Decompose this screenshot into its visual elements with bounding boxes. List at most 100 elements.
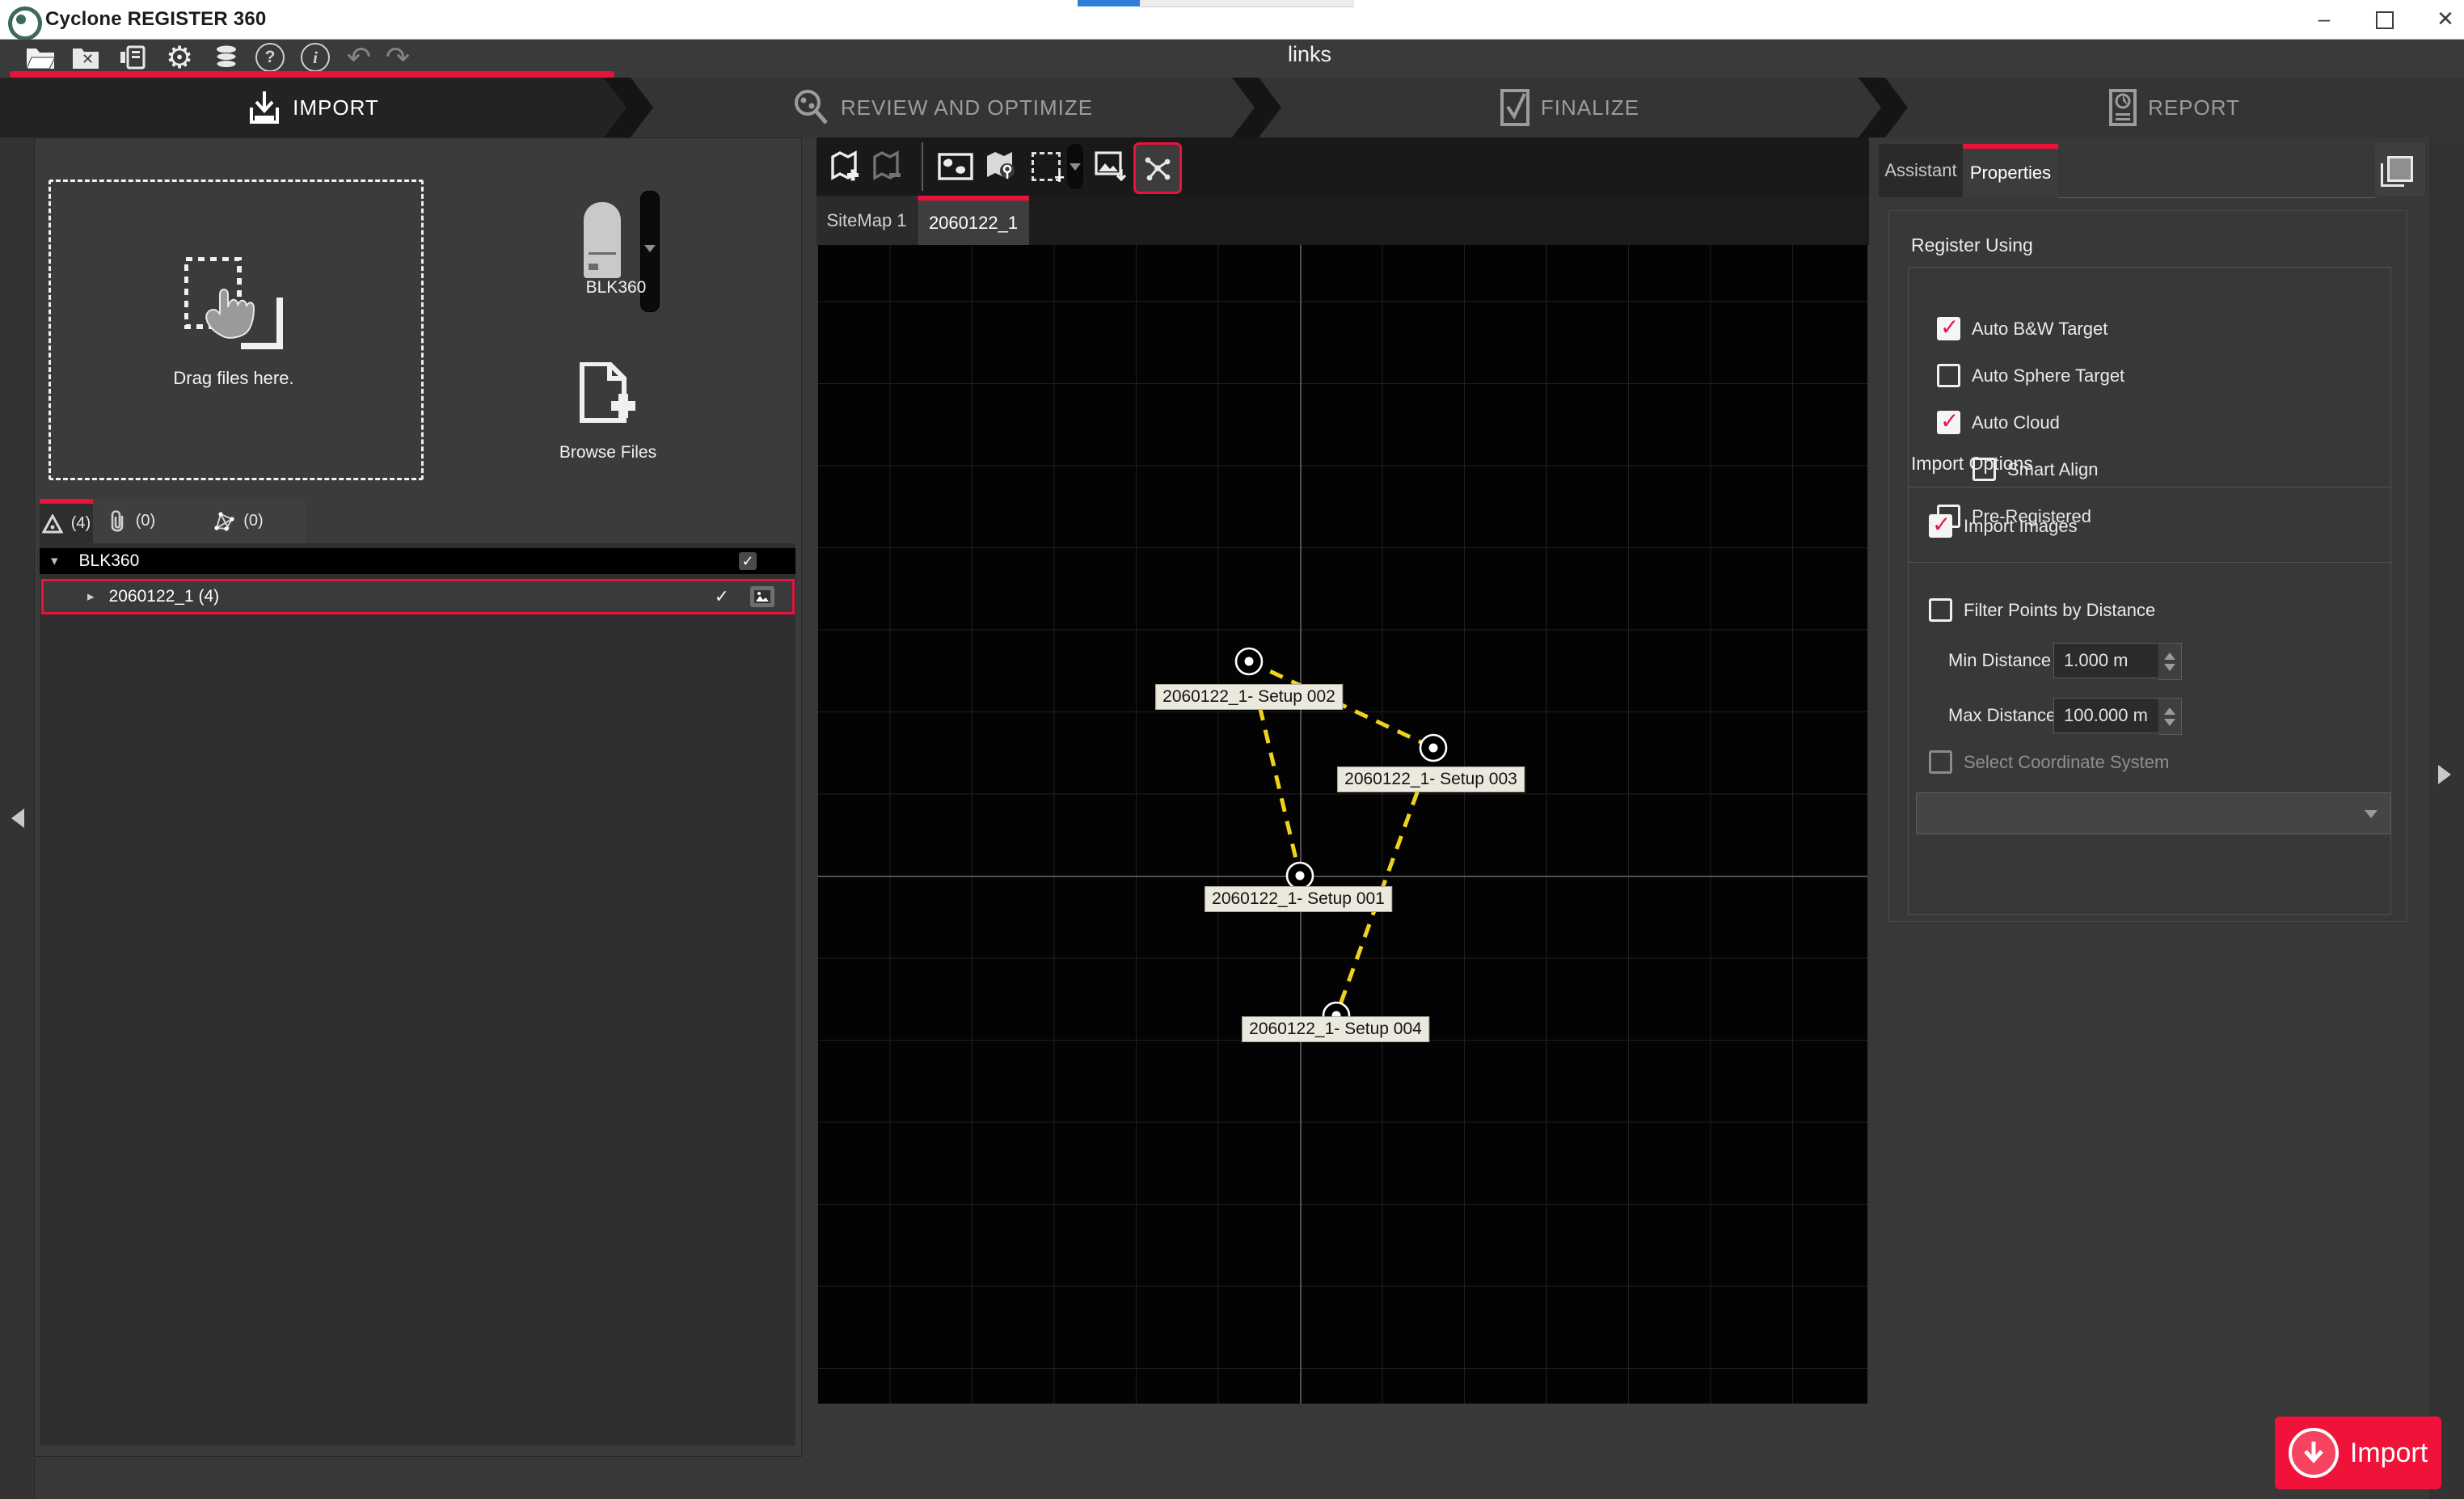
workflow-step-report[interactable]: REPORT xyxy=(1885,78,2464,137)
redo-button[interactable]: ↷ xyxy=(382,42,414,73)
tree-row-root[interactable]: ▾ BLK360 ✓ xyxy=(40,548,795,574)
select-mode-dropdown[interactable] xyxy=(1067,144,1083,189)
workflow-step-review[interactable]: REVIEW AND OPTIMIZE xyxy=(631,78,1255,137)
checkbox-checked[interactable] xyxy=(1929,514,1952,538)
setup-label-003[interactable]: 2060122_1- Setup 003 xyxy=(1337,766,1525,792)
storage-button[interactable] xyxy=(209,42,244,73)
restore-button[interactable] xyxy=(2356,0,2413,37)
toolbar-progress-line xyxy=(10,71,614,78)
option-label: Import Images xyxy=(1964,516,2078,537)
tree-child-check: ✓ xyxy=(715,586,729,607)
map-pin-button[interactable] xyxy=(980,146,1022,188)
option-filter-points[interactable]: Filter Points by Distance xyxy=(1929,598,2155,622)
coordinate-system-dropdown[interactable] xyxy=(1916,792,2391,834)
device-icon xyxy=(118,45,147,70)
max-distance-input[interactable]: 100.000 m xyxy=(2053,698,2168,733)
help-icon: ? xyxy=(255,43,285,72)
workflow-step-label: REVIEW AND OPTIMIZE xyxy=(841,95,1093,120)
tab-label: Properties xyxy=(1970,163,2051,184)
select-area-button[interactable] xyxy=(1028,146,1064,188)
tree-root-checkbox[interactable]: ✓ xyxy=(739,552,757,570)
checkbox-unchecked[interactable] xyxy=(1937,364,1960,387)
tree-row-setup-group[interactable]: ▸ 2060122_1 (4) ✓ xyxy=(41,579,795,614)
image-download-button[interactable] xyxy=(1091,146,1130,188)
links-graph-icon xyxy=(213,511,235,532)
tab-links[interactable]: (0) xyxy=(171,499,306,543)
tab-label: Assistant xyxy=(1884,160,1956,181)
image-download-icon xyxy=(1095,151,1127,182)
close-button[interactable]: ✕ xyxy=(2417,0,2464,37)
collapse-arrow-icon[interactable]: ▾ xyxy=(51,553,58,569)
option-auto-sphere-target[interactable]: Auto Sphere Target xyxy=(1937,364,2124,387)
project-title: links xyxy=(1229,42,1390,67)
setup-label-002[interactable]: 2060122_1- Setup 002 xyxy=(1155,684,1343,710)
setup-label-001[interactable]: 2060122_1- Setup 001 xyxy=(1205,886,1392,912)
undo-button[interactable]: ↶ xyxy=(343,42,375,73)
expand-arrow-icon[interactable]: ▸ xyxy=(87,589,95,605)
links-view-button[interactable] xyxy=(1133,142,1182,194)
checkbox-disabled[interactable] xyxy=(1929,750,1952,774)
tab-sitemap-1[interactable]: SiteMap 1 xyxy=(816,196,917,245)
open-folder-icon xyxy=(26,45,55,70)
import-button-label: Import xyxy=(2350,1438,2428,1469)
max-distance-stepper[interactable] xyxy=(2158,698,2182,735)
checkbox-unchecked[interactable] xyxy=(1929,598,1952,622)
finalize-step-icon xyxy=(1500,89,1529,126)
layout-panels-button[interactable] xyxy=(2375,142,2425,196)
tab-properties[interactable]: Properties xyxy=(1963,144,2058,197)
collapse-left-panel-arrow[interactable] xyxy=(11,809,24,828)
min-distance-stepper[interactable] xyxy=(2158,643,2182,680)
drag-hand-icon xyxy=(184,257,289,366)
import-download-icon xyxy=(2289,1428,2339,1478)
warnings-count: (4) xyxy=(71,514,91,533)
browse-files-button[interactable] xyxy=(579,362,637,436)
close-project-icon: ✕ xyxy=(72,45,99,70)
option-auto-bw-target[interactable]: Auto B&W Target xyxy=(1937,317,2107,340)
review-step-icon xyxy=(792,89,829,126)
tab-2060122-1[interactable]: 2060122_1 xyxy=(918,196,1029,245)
workflow-step-label: FINALIZE xyxy=(1541,95,1639,120)
database-icon xyxy=(214,44,238,70)
min-distance-value: 1.000 m xyxy=(2064,650,2129,671)
option-select-coordinate-system[interactable]: Select Coordinate System xyxy=(1929,750,2169,774)
help-button[interactable]: ? xyxy=(252,42,288,73)
tab-warnings[interactable]: (4) xyxy=(40,499,93,543)
browse-files-icon xyxy=(579,362,637,432)
import-device-button[interactable] xyxy=(115,42,150,73)
minimize-button[interactable]: – xyxy=(2296,0,2352,37)
workflow-step-label: IMPORT xyxy=(293,95,379,120)
settings-button[interactable]: ⚙ xyxy=(162,42,197,73)
checkbox-checked[interactable] xyxy=(1937,317,1960,340)
setup-label-004[interactable]: 2060122_1- Setup 004 xyxy=(1242,1016,1429,1042)
tree-child-label: 2060122_1 (4) xyxy=(109,587,220,606)
image-badge-icon[interactable] xyxy=(750,586,774,607)
app-logo-icon xyxy=(8,6,42,40)
info-button[interactable]: i xyxy=(297,42,333,73)
sitemap-canvas[interactable]: 2060122_1- Setup 002 2060122_1- Setup 00… xyxy=(818,245,1867,1404)
select-area-icon xyxy=(1032,152,1061,181)
chevron-down-icon xyxy=(2365,810,2378,818)
open-project-button[interactable] xyxy=(23,42,58,73)
tab-assistant[interactable]: Assistant xyxy=(1879,144,1963,197)
checkbox-checked[interactable] xyxy=(1937,411,1960,434)
step-down-icon xyxy=(2164,719,2175,726)
import-button[interactable]: Import xyxy=(2275,1417,2441,1489)
workflow-step-finalize[interactable]: FINALIZE xyxy=(1259,78,1881,137)
tab-label: 2060122_1 xyxy=(929,213,1018,234)
close-project-button[interactable]: ✕ xyxy=(68,42,103,73)
min-distance-input[interactable]: 1.000 m xyxy=(2053,643,2168,678)
links-count: (0) xyxy=(243,512,263,530)
workflow-step-import[interactable]: IMPORT xyxy=(0,78,627,137)
background-tab-peek-gray xyxy=(1140,0,1354,7)
blk360-device-icon[interactable] xyxy=(584,202,621,278)
option-auto-cloud[interactable]: Auto Cloud xyxy=(1937,411,2060,434)
option-label: Auto Sphere Target xyxy=(1972,365,2124,386)
import-options-title: Import Options xyxy=(1911,453,2033,475)
expand-right-panel-arrow[interactable] xyxy=(2438,765,2451,784)
option-import-images[interactable]: Import Images xyxy=(1929,514,2078,538)
world-map-button[interactable] xyxy=(935,146,977,188)
dropzone-label: Drag files here. xyxy=(49,368,419,389)
tab-attachments[interactable]: (0) xyxy=(93,499,171,543)
remove-sitemap-button[interactable] xyxy=(867,146,905,188)
add-sitemap-button[interactable] xyxy=(825,146,863,188)
